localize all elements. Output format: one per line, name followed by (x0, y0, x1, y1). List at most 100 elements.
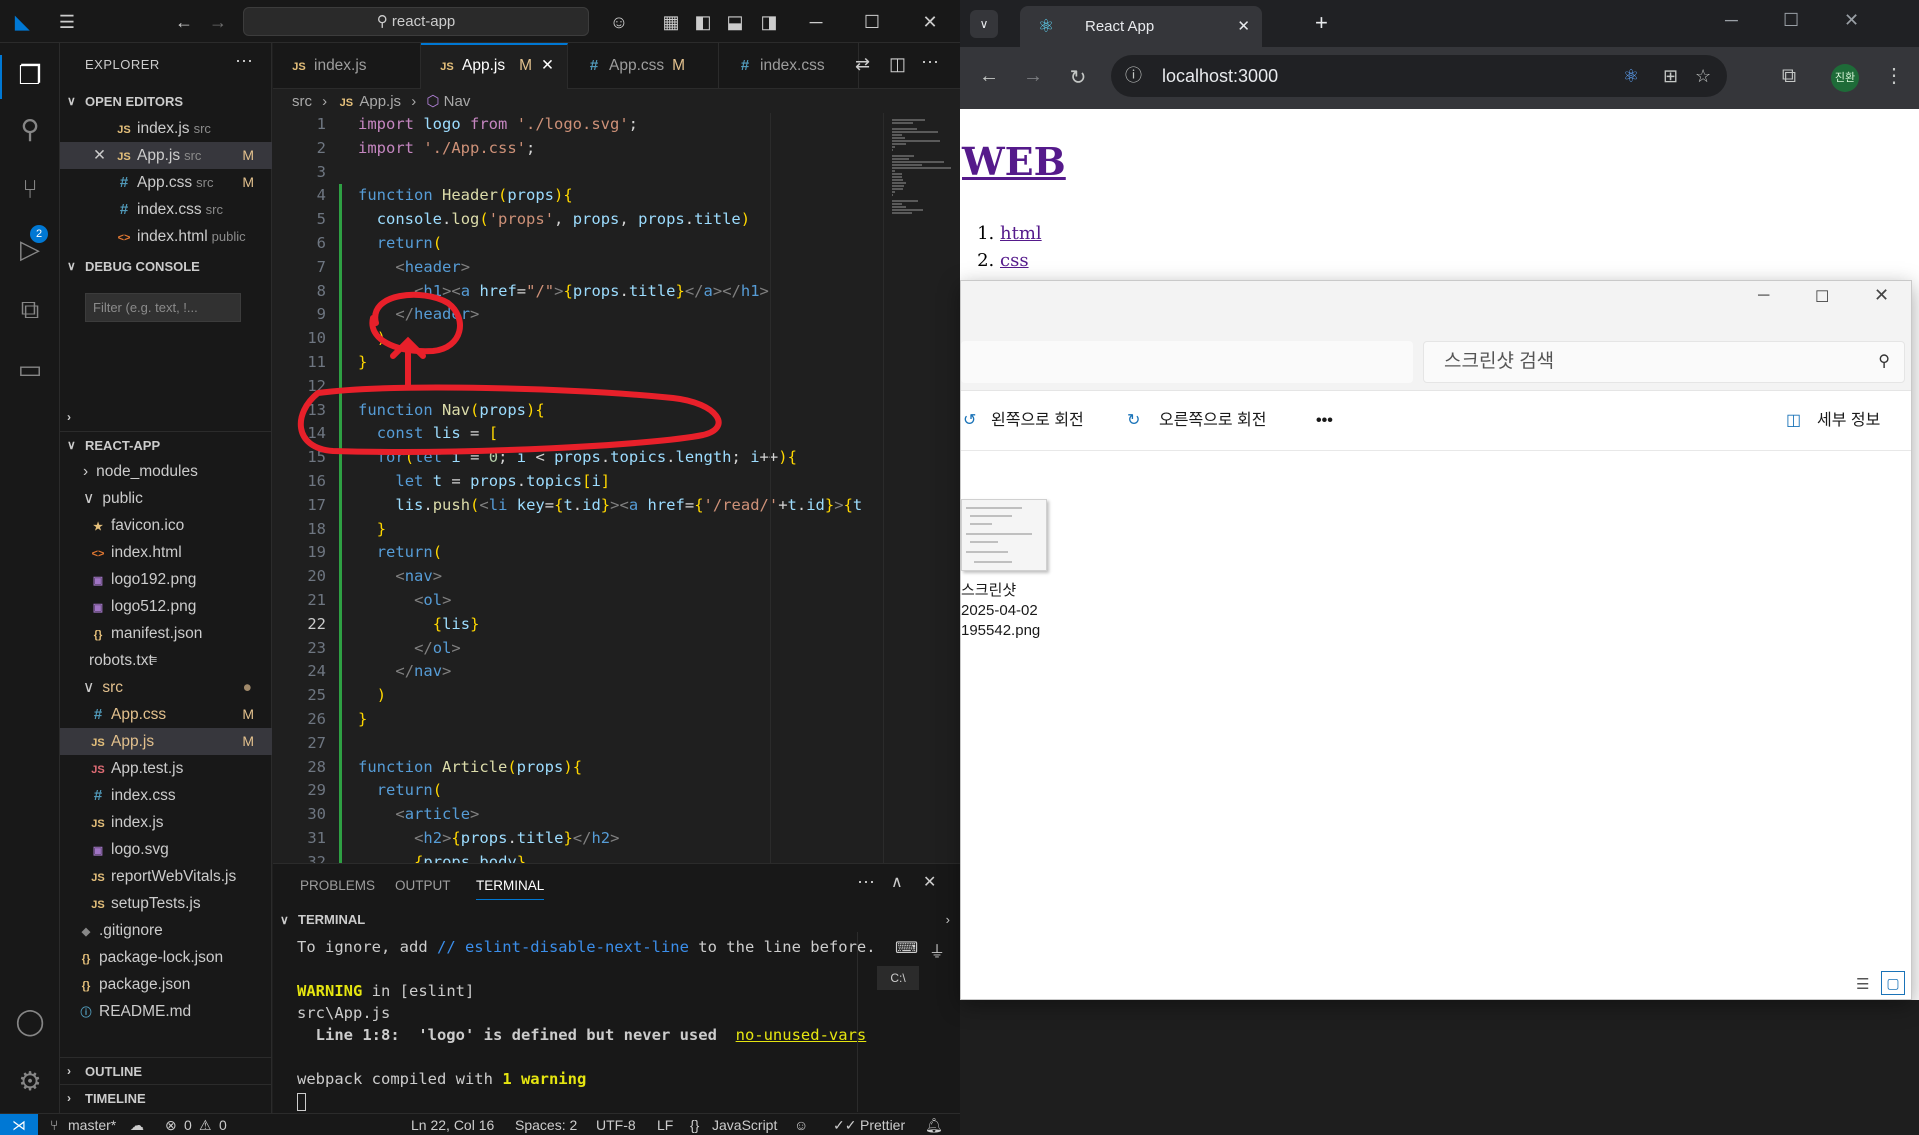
line-ending[interactable]: LF (657, 1114, 673, 1135)
tab-terminal[interactable]: TERMINAL (476, 878, 545, 900)
project-header[interactable]: ∨ REACT-APP (60, 431, 272, 458)
tab-output[interactable]: OUTPUT (395, 878, 451, 893)
copilot-status-icon[interactable]: ☺ (794, 1114, 808, 1135)
open-editor-item[interactable]: # index.css src (60, 196, 272, 223)
indentation[interactable]: Spaces: 2 (515, 1114, 577, 1135)
menu-icon[interactable]: ☰ (53, 8, 81, 36)
more-actions-icon[interactable]: ⋯ (857, 872, 875, 893)
tab-search-icon[interactable]: ∨ (970, 10, 998, 38)
minimize-icon[interactable]: ─ (1725, 10, 1738, 31)
list-view-icon[interactable]: ☰ (1856, 975, 1869, 993)
close-tab-icon[interactable]: ✕ (1237, 6, 1250, 47)
close-tab-icon[interactable]: ✕ (541, 57, 554, 74)
close-icon[interactable]: ✕ (1844, 10, 1859, 31)
maximize-icon[interactable]: ☐ (1783, 10, 1799, 31)
rotate-left-button[interactable]: 왼쪽으로 회전 (991, 391, 1084, 451)
open-editor-item[interactable]: <> index.html public (60, 223, 272, 250)
remote-explorer-icon[interactable]: ▭ (12, 351, 48, 387)
nav-link-css[interactable]: css (1000, 250, 1029, 271)
outline-header[interactable]: › OUTLINE (60, 1057, 272, 1084)
close-panel-icon[interactable]: ✕ (923, 872, 936, 892)
error-count[interactable]: 0 (184, 1114, 192, 1135)
menu-kebab-icon[interactable]: ⋮ (1880, 63, 1908, 88)
language-mode[interactable]: JavaScript (712, 1114, 777, 1135)
rotate-right-button[interactable]: 오른쪽으로 회전 (1159, 391, 1267, 451)
tree-file[interactable]: JS index.js (60, 809, 272, 836)
screenshot-search-input[interactable]: 스크린샷 검색 ⚲ (1423, 341, 1905, 383)
plug-icon[interactable]: ⏚ (929, 938, 945, 962)
tab-app-js[interactable]: JS App.js M ✕ (421, 43, 568, 89)
open-editor-item[interactable]: JS index.js src (60, 115, 272, 142)
compare-changes-icon[interactable]: ⇄ (855, 54, 870, 75)
forward-arrow-icon[interactable]: → (204, 8, 232, 36)
maximize-icon[interactable]: ☐ (858, 8, 886, 36)
browser-tab[interactable]: ⚛ React App ✕ (1020, 6, 1262, 47)
back-arrow-icon[interactable]: ← (170, 8, 198, 36)
grid-view-icon[interactable]: ▢ (1881, 971, 1905, 995)
tab-index-css[interactable]: # index.css (719, 43, 859, 89)
tree-file[interactable]: <> index.html (60, 539, 272, 566)
heading-link[interactable]: WEB (962, 139, 1066, 184)
minimap[interactable] (883, 113, 960, 863)
close-icon[interactable]: ✕ (916, 8, 944, 36)
tree-file[interactable]: ≡ robots.txt (60, 647, 272, 674)
translate-icon[interactable]: ⊞ (1663, 55, 1678, 97)
breadcrumb-item[interactable]: src (292, 93, 312, 110)
source-control-icon[interactable]: ⑂ (12, 171, 48, 207)
bell-icon[interactable]: 🔔︎ (925, 1114, 943, 1135)
tree-file[interactable]: JS setupTests.js (60, 890, 272, 917)
close-icon[interactable]: ✕ (1874, 285, 1889, 306)
command-center-search[interactable]: ⚲ react-app (243, 7, 589, 36)
react-devtools-icon[interactable]: ⚛ (1623, 55, 1639, 97)
extensions-icon[interactable]: ⧉ (12, 291, 48, 327)
maximize-icon[interactable]: ☐ (1815, 287, 1829, 307)
account-icon[interactable]: ◯ (12, 1003, 48, 1039)
warning-count[interactable]: 0 (219, 1114, 227, 1135)
address-bar[interactable]: ⓘ localhost:3000 ⚛ ⊞ ☆ (1111, 55, 1727, 97)
tree-file[interactable]: {} manifest.json (60, 620, 272, 647)
tree-file[interactable]: {} package-lock.json (60, 944, 272, 971)
tree-file[interactable]: ★ favicon.ico (60, 512, 272, 539)
new-tab-icon[interactable]: + (1315, 10, 1328, 36)
forward-arrow-icon[interactable]: → (1019, 65, 1047, 88)
terminal-output[interactable]: To ignore, add // eslint-disable-next-li… (297, 936, 897, 1112)
close-editor-icon[interactable]: ✕ (93, 142, 106, 169)
split-editor-icon[interactable]: ◫ (889, 54, 906, 75)
breadcrumb-item[interactable]: App.js (359, 93, 401, 110)
tree-file[interactable]: {} package.json (60, 971, 272, 998)
collapsed-section-header[interactable]: › (60, 404, 272, 431)
more-actions-icon[interactable]: ⋯ (921, 52, 939, 73)
tree-file[interactable]: ▣ logo512.png (60, 593, 272, 620)
site-info-icon[interactable]: ⓘ (1125, 55, 1142, 97)
tab-app-css[interactable]: # App.css M (568, 43, 719, 89)
more-options-button[interactable]: ••• (1316, 391, 1333, 451)
tab-index-js[interactable]: JS index.js (273, 43, 421, 89)
copilot-icon[interactable]: ☺ (605, 8, 633, 36)
tree-file[interactable]: ▣ logo192.png (60, 566, 272, 593)
tree-folder[interactable]: ∨ src ● (60, 674, 272, 701)
bookmark-star-icon[interactable]: ☆ (1695, 55, 1711, 97)
more-actions-icon[interactable]: ⋯ (235, 51, 253, 72)
open-editor-item[interactable]: # App.css src M (60, 169, 272, 196)
toggle-panel-icon[interactable]: ⬓ (721, 8, 749, 36)
terminal-instance-icon[interactable]: ⌨ (895, 938, 918, 958)
details-button[interactable]: 세부 정보 (1817, 391, 1880, 451)
tree-file[interactable]: # App.css M (60, 701, 272, 728)
tree-file[interactable]: ⓘ README.md (60, 998, 272, 1025)
minimize-icon[interactable]: ─ (802, 8, 830, 36)
tree-file[interactable]: ▣ logo.svg (60, 836, 272, 863)
maximize-panel-icon[interactable]: ∧ (891, 872, 903, 892)
extensions-icon[interactable]: ⧉ (1775, 65, 1803, 88)
tree-file[interactable]: JS App.test.js (60, 755, 272, 782)
tree-folder[interactable]: ∨ public (60, 485, 272, 512)
toggle-sidebar-icon[interactable]: ◧ (689, 8, 717, 36)
search-icon[interactable]: ⚲ (12, 111, 48, 147)
timeline-header[interactable]: › TIMELINE (60, 1084, 272, 1111)
settings-gear-icon[interactable]: ⚙ (12, 1063, 48, 1099)
terminal-header[interactable]: ∨ TERMINAL › (273, 908, 960, 932)
minimize-icon[interactable]: ─ (1758, 287, 1769, 305)
remote-icon[interactable]: ⋊ (0, 1114, 38, 1135)
sync-icon[interactable]: ☁ (130, 1114, 144, 1135)
open-editor-item[interactable]: ✕ JS App.js src M (60, 142, 272, 169)
image-thumbnail[interactable] (961, 499, 1047, 571)
